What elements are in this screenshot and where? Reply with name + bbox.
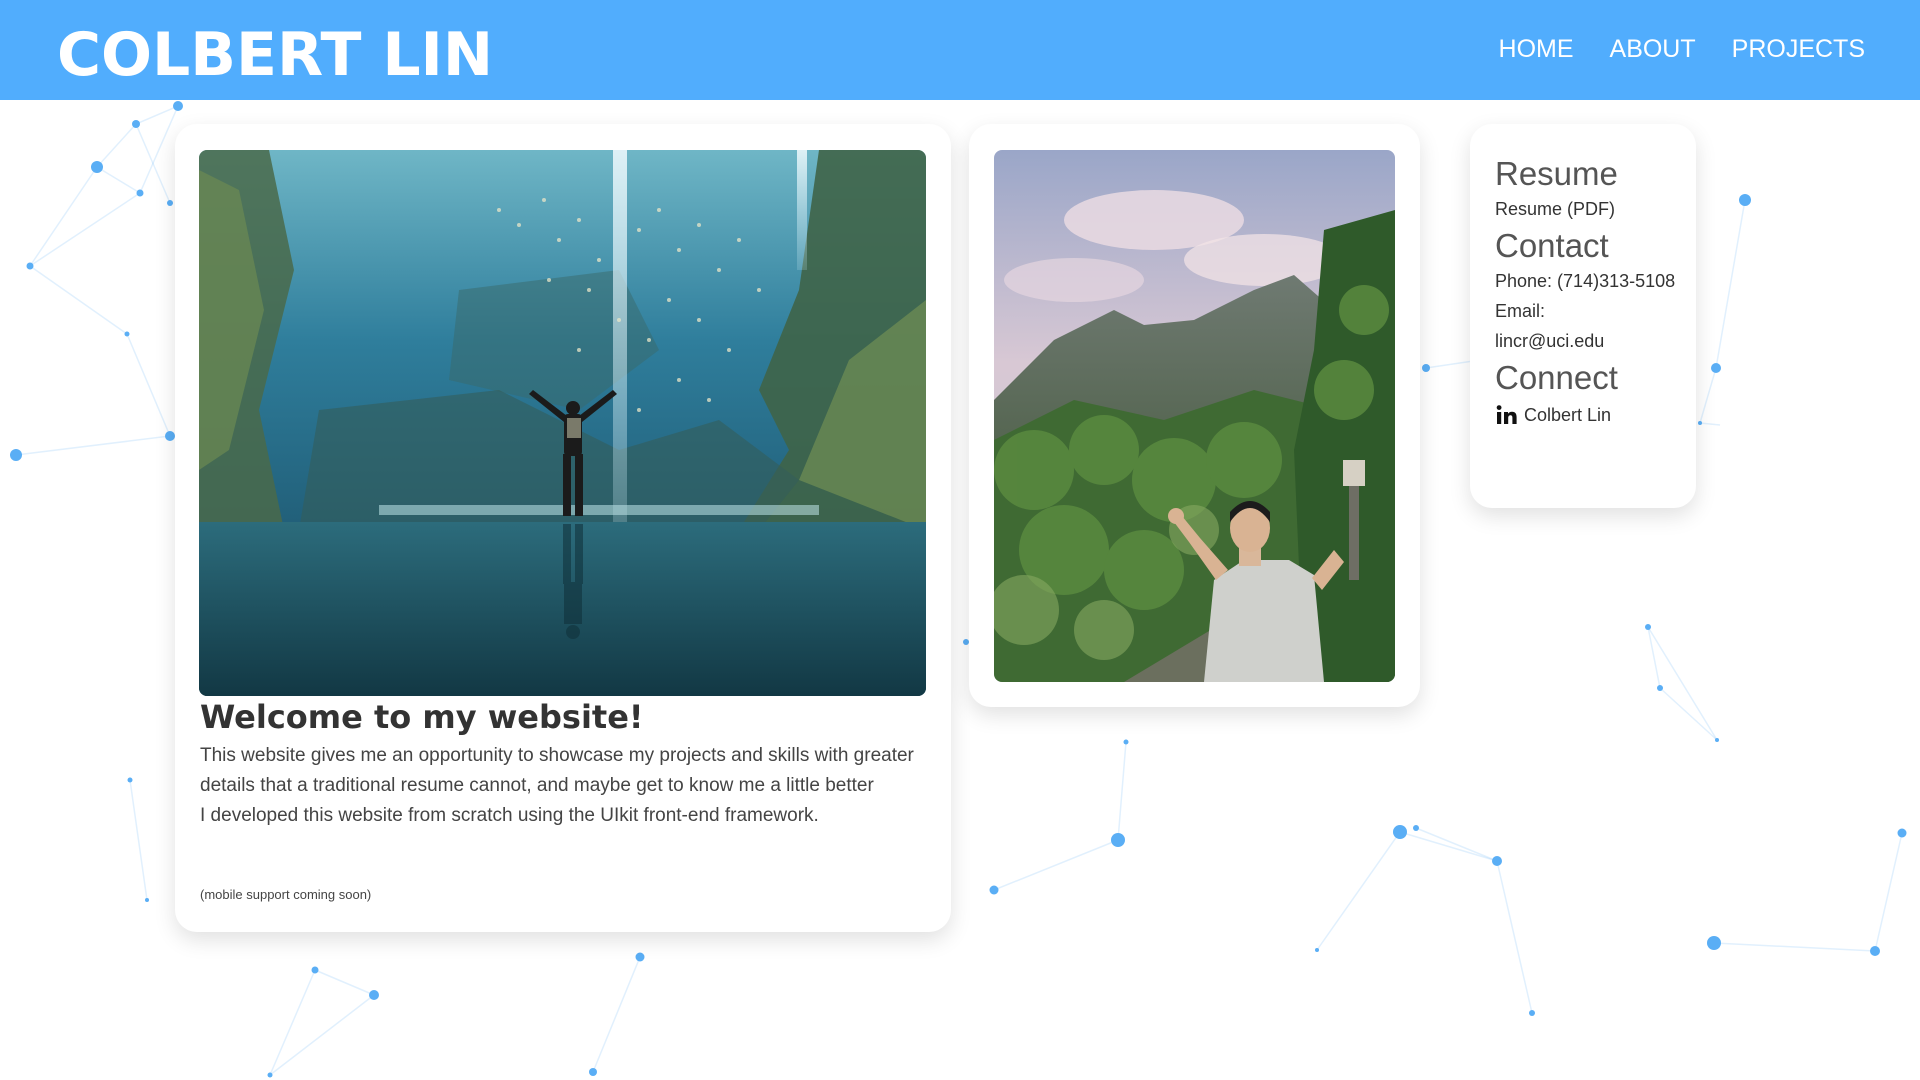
- email-label: Email:: [1495, 301, 1546, 321]
- connect-heading: Connect: [1495, 359, 1618, 396]
- phone-text: Phone: (714)313-5108: [1495, 271, 1676, 291]
- resume-heading: Resume: [1495, 155, 1618, 192]
- site-title[interactable]: COLBERT LIN: [57, 18, 493, 92]
- mobile-support-note: (mobile support coming soon): [200, 887, 372, 902]
- aquarium-photo: [199, 150, 926, 696]
- sidebar-content: Resume Resume (PDF) Contact Phone: (714)…: [1495, 152, 1685, 430]
- nav-home[interactable]: HOME: [1499, 33, 1574, 65]
- linkedin-label: Colbert Lin: [1524, 405, 1612, 425]
- email-link[interactable]: lincr@uci.edu: [1495, 326, 1685, 356]
- welcome-body: This website gives me an opportunity to …: [200, 741, 935, 831]
- contact-heading: Contact: [1495, 227, 1609, 264]
- photo-card: [969, 124, 1420, 707]
- sidebar-card: Resume Resume (PDF) Contact Phone: (714)…: [1470, 124, 1696, 508]
- mountain-photo: [994, 150, 1395, 682]
- nav-links: HOME ABOUT PROJECTS: [1499, 33, 1865, 65]
- resume-pdf-link[interactable]: Resume (PDF): [1495, 194, 1685, 224]
- welcome-paragraph-1: This website gives me an opportunity to …: [200, 745, 914, 796]
- navbar: COLBERT LIN HOME ABOUT PROJECTS: [0, 0, 1920, 100]
- welcome-card: Welcome to my website! This website give…: [175, 124, 951, 932]
- nav-about[interactable]: ABOUT: [1610, 33, 1696, 65]
- welcome-paragraph-2: I developed this website from scratch us…: [200, 805, 819, 826]
- linkedin-icon: [1495, 403, 1519, 427]
- linkedin-link[interactable]: Colbert Lin: [1495, 400, 1685, 430]
- welcome-title: Welcome to my website!: [200, 698, 644, 736]
- nav-projects[interactable]: PROJECTS: [1732, 33, 1865, 65]
